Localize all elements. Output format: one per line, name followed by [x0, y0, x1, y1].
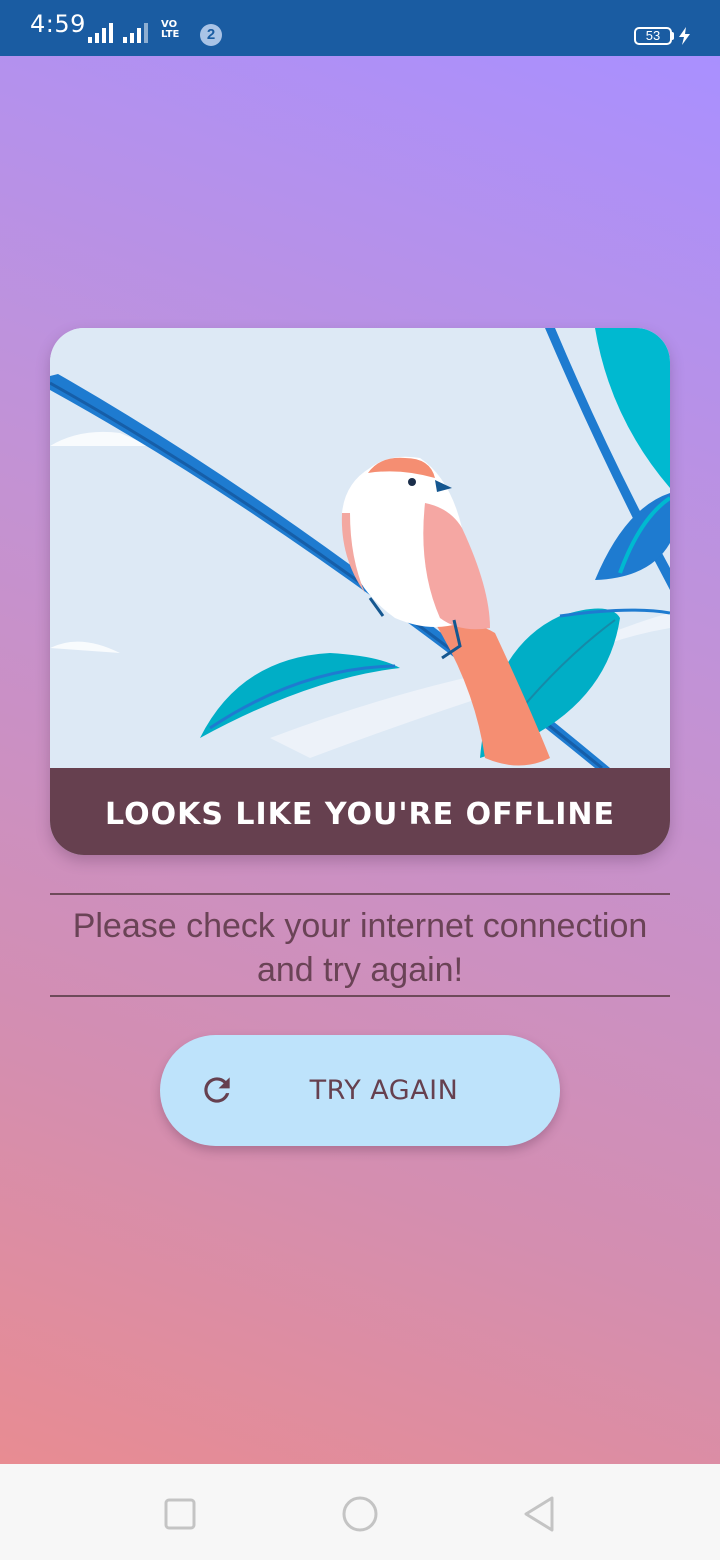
message-line-1: Please check your internet connection [72, 907, 648, 945]
divider-top [50, 893, 670, 895]
triangle-back-icon [524, 1496, 554, 1532]
square-icon [164, 1498, 196, 1530]
divider-bottom [50, 995, 670, 997]
recent-apps-button[interactable] [156, 1490, 204, 1538]
card-footer: LOOKS LIKE YOU'RE OFFLINE [50, 768, 670, 855]
offline-card: LOOKS LIKE YOU'RE OFFLINE [50, 328, 670, 855]
signal-icon-2 [123, 23, 148, 43]
charging-icon [679, 27, 690, 45]
try-again-label: TRY AGAIN [309, 1075, 459, 1106]
navigation-bar [0, 1464, 720, 1560]
message-line-2: and try again! [256, 951, 464, 989]
battery-level: 53 [645, 28, 661, 43]
status-time: 4:59 [30, 10, 86, 38]
offline-title: LOOKS LIKE YOU'RE OFFLINE [105, 797, 615, 832]
back-button[interactable] [516, 1490, 564, 1538]
volte-indicator: VO LTE [161, 20, 179, 40]
home-button[interactable] [336, 1490, 384, 1538]
circle-icon [342, 1496, 378, 1532]
try-again-button[interactable]: TRY AGAIN [160, 1035, 560, 1146]
battery-icon: 53 [634, 27, 672, 45]
bird-illustration [50, 328, 670, 768]
volte-bottom: LTE [161, 29, 180, 40]
offline-message: Please check your internet connection an… [50, 904, 670, 992]
battery-tip [671, 32, 674, 40]
status-bar: 4:59 VO LTE 2 53 [0, 0, 720, 56]
notification-count-badge: 2 [200, 24, 222, 46]
signal-icon [88, 23, 113, 43]
